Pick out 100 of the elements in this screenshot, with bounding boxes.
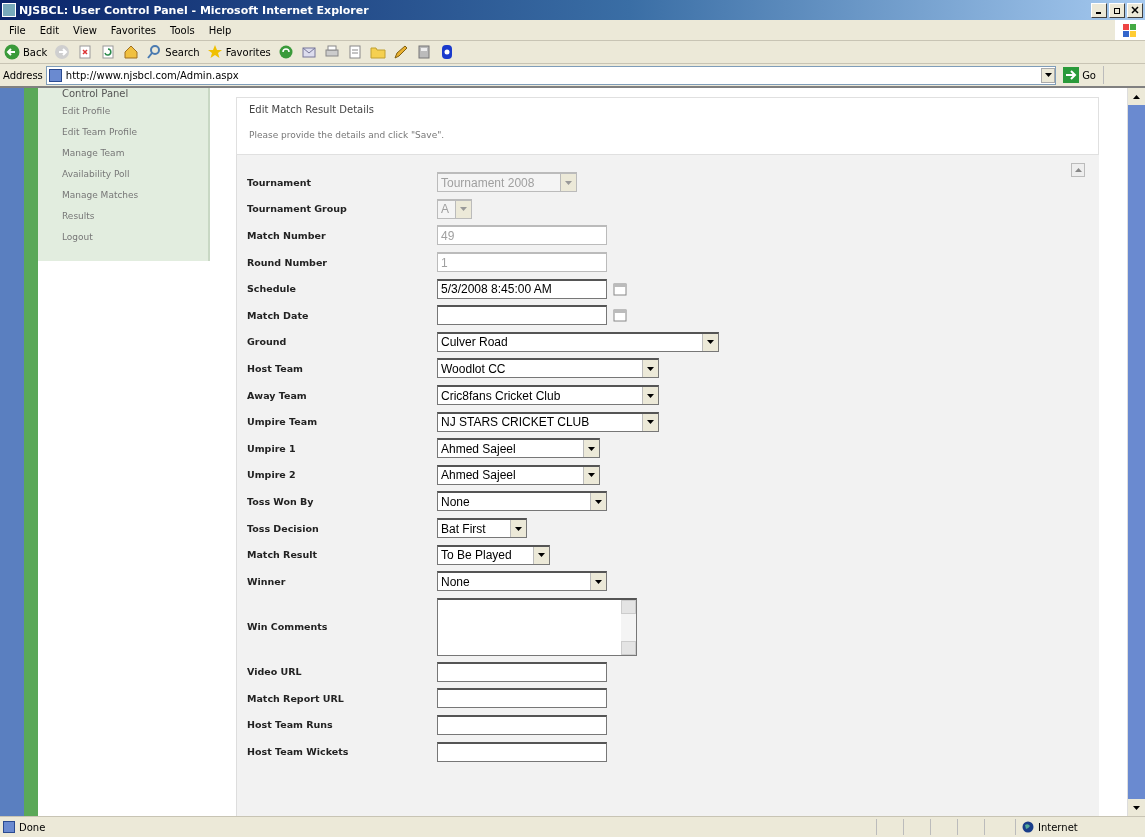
book-icon [415,44,432,60]
field-label: Schedule [247,283,297,295]
caret-icon [1074,168,1082,172]
window-title: NJSBCL: User Control Panel - Microsoft Internet Explorer [19,3,370,17]
dropdown[interactable]: Cric8fans Cricket Club [437,385,659,406]
refresh-icon [100,44,117,60]
caret-icon [1044,73,1052,77]
menu-item[interactable]: Tools [165,23,200,37]
back-button[interactable]: Back [3,43,49,61]
close-icon [1131,6,1139,14]
pencil-icon [392,44,409,60]
field-label: Win Comments [247,621,329,632]
dropdown[interactable]: To Be Played [437,544,550,565]
dropdown[interactable]: Ahmed Sajeel [437,438,600,459]
document-icon [346,44,363,60]
sidebar-link[interactable]: Availability Poll [62,168,208,181]
caret-icon [565,180,572,185]
sidebar-link[interactable]: Edit Profile [62,105,208,118]
field-label: Umpire 1 [247,442,297,454]
stop-icon [77,44,94,60]
caret-icon [707,340,714,345]
scrollbar[interactable] [1127,88,1145,816]
printer-icon [323,44,340,60]
field-label: Match Date [247,309,310,321]
dropdown[interactable]: Ahmed Sajeel [437,464,600,485]
globe-icon [1022,821,1034,833]
dropdown[interactable]: None [437,491,607,512]
address-label: Address [3,69,43,81]
field-label: Tournament [247,176,312,188]
input-field[interactable] [437,688,607,709]
field-label: Umpire Team [247,416,319,428]
field-label: Ground [247,336,288,348]
zone-indicator: Internet [1015,819,1142,835]
sidebar-link[interactable]: Results [62,210,208,223]
field-label: Host Team Wickets [247,746,350,758]
house-button[interactable] [122,43,141,61]
field-label: Umpire 2 [247,469,297,481]
caret-icon [647,420,654,425]
restore-button[interactable] [1109,2,1125,18]
close-button[interactable] [1127,2,1143,18]
field-label: Winner [247,575,287,587]
dropdown[interactable]: NJ STARS CRICKET CLUB [437,411,659,432]
sidebar-link[interactable]: Edit Team Profile [62,126,208,139]
sidebar-link[interactable]: Manage Matches [62,189,208,202]
field-label: Video URL [247,666,303,678]
caret-icon [595,499,602,504]
dropdown[interactable]: Woodlot CC [437,358,659,379]
menu-item[interactable]: Help [203,23,237,37]
search-button[interactable]: Search [145,43,201,61]
date-field[interactable] [437,305,607,326]
menu-item[interactable]: Edit [34,23,65,37]
page-icon [3,821,15,833]
field-label: Match Report URL [247,692,345,704]
caret-icon [595,579,602,584]
dropdown[interactable]: Bat First [437,518,527,538]
media-icon [277,44,294,60]
house-icon [123,44,140,60]
field-label: Round Number [247,256,329,268]
input-field[interactable] [437,741,607,762]
minimize-button[interactable] [1091,2,1107,18]
dropdown[interactable]: None [437,571,607,592]
field-label: Host Team [247,362,304,374]
input-field[interactable] [437,715,607,735]
field-label: Toss Decision [247,522,320,534]
caret-icon [588,473,595,478]
menu-item[interactable]: View [68,23,102,37]
input-field[interactable] [437,661,607,682]
field-label: Away Team [247,389,308,401]
dropdown-button[interactable] [1041,67,1056,83]
sidebar-link[interactable]: Manage Team [62,147,208,160]
caret-icon [588,446,595,451]
favorites-button[interactable]: Favorites [205,43,272,61]
pencil-button[interactable] [391,43,410,61]
star-icon [206,44,223,60]
field-label: Toss Won By [247,495,315,507]
caret-icon [460,207,467,212]
panel-title: Edit Match Result Details [249,103,375,117]
go-arrow-icon [1063,67,1080,83]
go-button[interactable]: Go [1059,67,1100,83]
browser-icon [2,3,16,17]
menu-item[interactable]: File [4,23,31,37]
address-field[interactable]: http://www.njsbcl.com/Admin.aspx [45,65,1057,85]
mail-icon [300,44,317,60]
scroll-up-button[interactable] [1071,163,1085,177]
caret-icon [538,553,545,558]
caret-icon [1133,94,1140,99]
folder-icon [369,44,386,60]
date-field[interactable]: 5/3/2008 8:45:00 AM [437,278,607,299]
status-text: Done [19,821,47,833]
search-icon [146,44,163,60]
menu-item[interactable]: Favorites [105,23,161,37]
dropdown[interactable]: Culver Road [437,331,719,352]
comment-box[interactable] [437,597,637,656]
page-icon [48,68,62,82]
field-label: Match Result [247,549,319,561]
caret-icon [515,526,522,531]
caret-icon [1133,805,1140,810]
sidebar-link[interactable]: Logout [62,231,208,244]
instruction-text: Please provide the details and click "Save". [249,129,446,140]
windows-flag-icon [1115,20,1145,40]
